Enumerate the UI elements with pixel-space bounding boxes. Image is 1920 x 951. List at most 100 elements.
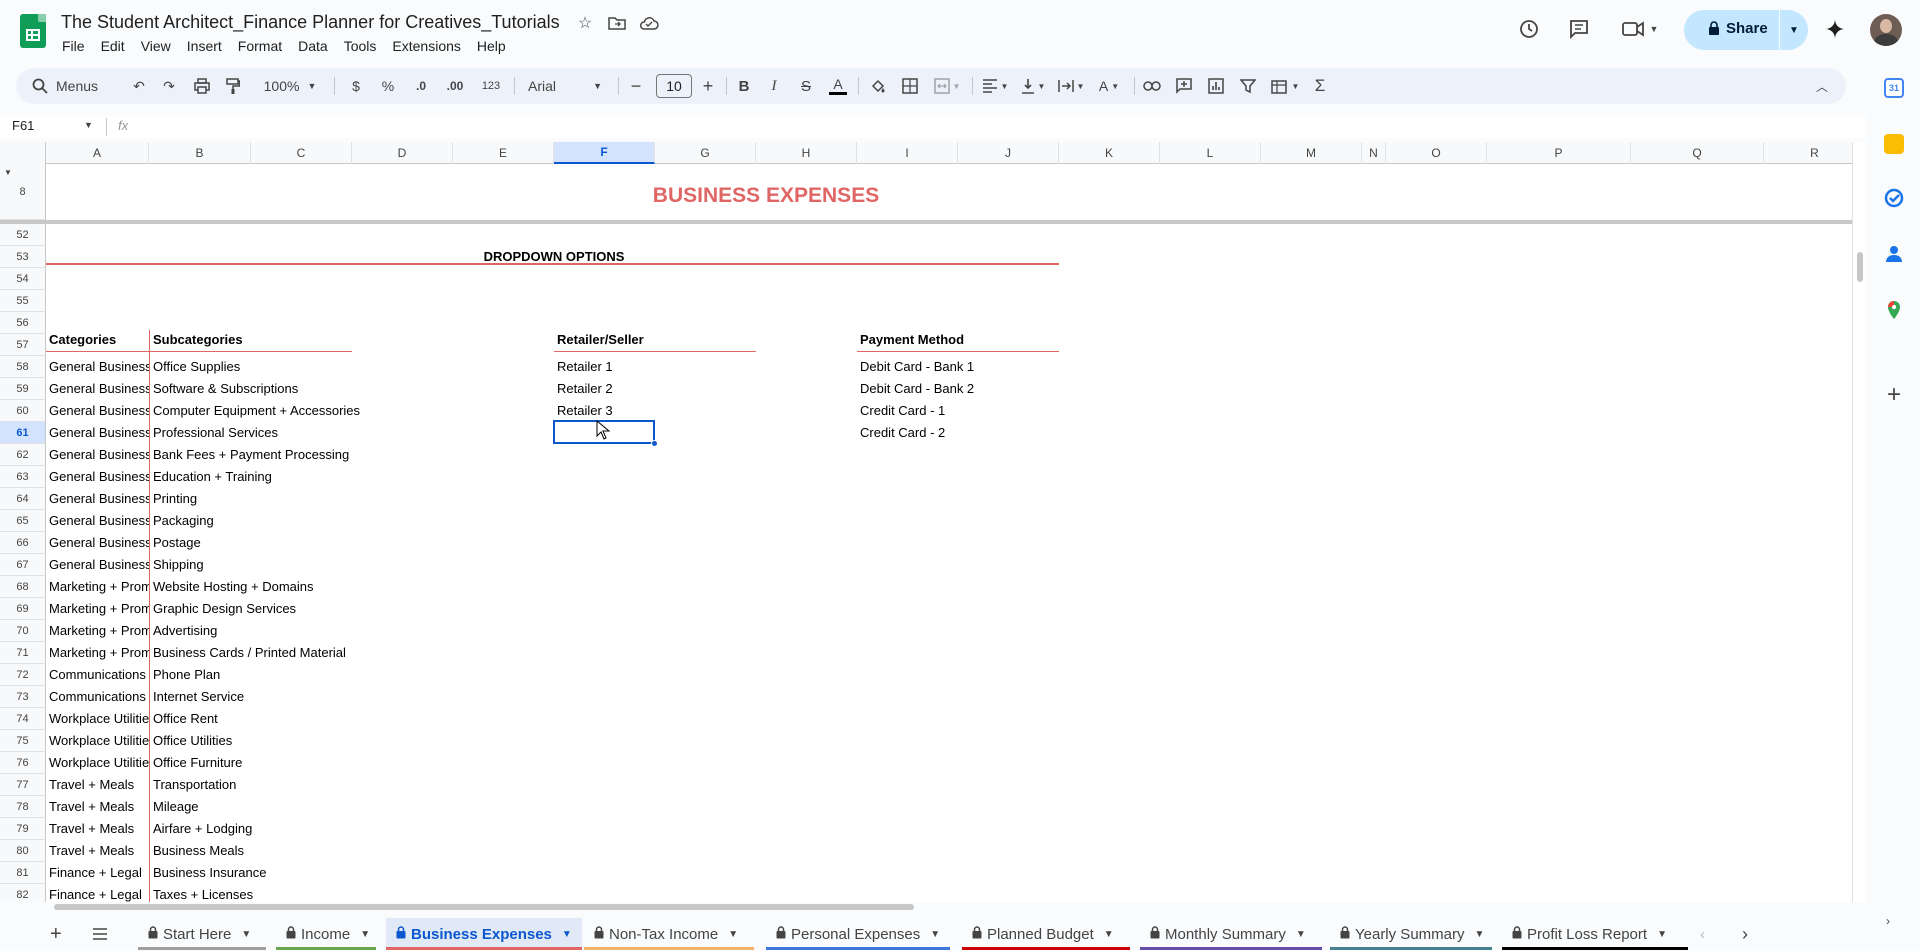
font-size-input[interactable]: 10 bbox=[656, 74, 692, 98]
menu-extensions[interactable]: Extensions bbox=[384, 36, 468, 56]
category-cell[interactable]: Finance + Legal bbox=[46, 862, 149, 884]
borders-icon[interactable] bbox=[898, 68, 922, 104]
column-header-g[interactable]: G bbox=[655, 142, 756, 164]
menu-data[interactable]: Data bbox=[290, 36, 336, 56]
column-header-k[interactable]: K bbox=[1059, 142, 1160, 164]
category-cell[interactable]: General Business bbox=[46, 444, 149, 466]
vertical-align-icon[interactable]: ▼ bbox=[1016, 68, 1050, 104]
increase-decimal-button[interactable]: .00 bbox=[440, 68, 470, 104]
subcategory-cell[interactable]: Business Insurance bbox=[150, 862, 530, 884]
column-header-f[interactable]: F bbox=[554, 142, 655, 164]
horizontal-scrollbar[interactable] bbox=[46, 902, 1852, 912]
column-header-q[interactable]: Q bbox=[1631, 142, 1764, 164]
functions-icon[interactable]: Σ bbox=[1308, 68, 1332, 104]
subcategory-cell[interactable]: Graphic Design Services bbox=[150, 598, 530, 620]
strikethrough-button[interactable]: S bbox=[794, 68, 818, 104]
chevron-down-icon[interactable]: ▼ bbox=[1296, 929, 1306, 940]
menu-file[interactable]: File bbox=[54, 36, 93, 56]
category-cell[interactable]: Marketing + Promotion bbox=[46, 598, 149, 620]
row-header[interactable]: 69 bbox=[0, 598, 46, 620]
row-header[interactable]: 60 bbox=[0, 400, 46, 422]
row-header[interactable]: 74 bbox=[0, 708, 46, 730]
menu-help[interactable]: Help bbox=[469, 36, 514, 56]
star-icon[interactable]: ☆ bbox=[574, 12, 596, 34]
sheet-tab-personal-expenses[interactable]: Personal Expenses ▼ bbox=[766, 918, 950, 950]
redo-icon[interactable]: ↷ bbox=[158, 68, 180, 104]
column-header-n[interactable]: N bbox=[1362, 142, 1386, 164]
row-header[interactable]: 82 bbox=[0, 884, 46, 902]
currency-format-button[interactable]: $ bbox=[346, 68, 366, 104]
spreadsheet-grid[interactable]: A B C D E F G H I J K L M N O P Q R 8 ▼ … bbox=[0, 142, 1866, 902]
chevron-down-icon[interactable]: ▼ bbox=[1474, 929, 1484, 940]
row-header[interactable]: 55 bbox=[0, 290, 46, 312]
filter-views-icon[interactable]: ▼ bbox=[1268, 68, 1302, 104]
column-header-r[interactable]: R bbox=[1764, 142, 1866, 164]
chevron-down-icon[interactable]: ▼ bbox=[241, 929, 251, 940]
category-cell[interactable]: Travel + Meals bbox=[46, 774, 149, 796]
sheet-tab-planned-budget[interactable]: Planned Budget ▼ bbox=[962, 918, 1130, 950]
category-cell[interactable]: Marketing + Promotion bbox=[46, 576, 149, 598]
font-select[interactable]: Arial ▼ bbox=[520, 68, 610, 104]
row-header-active[interactable]: 61 bbox=[0, 422, 46, 444]
chevron-down-icon[interactable]: ▼ bbox=[1104, 929, 1114, 940]
row-header[interactable]: 70 bbox=[0, 620, 46, 642]
subcategory-cell[interactable]: Internet Service bbox=[150, 686, 530, 708]
column-header-a[interactable]: A bbox=[46, 142, 149, 164]
text-wrapping-icon[interactable]: ▼ bbox=[1054, 68, 1088, 104]
menu-tools[interactable]: Tools bbox=[336, 36, 385, 56]
column-header-j[interactable]: J bbox=[958, 142, 1059, 164]
chevron-down-icon[interactable]: ▼ bbox=[360, 929, 370, 940]
move-folder-icon[interactable] bbox=[606, 12, 628, 34]
payment-cell[interactable]: Credit Card - 2 bbox=[857, 422, 1059, 444]
subcategory-cell[interactable]: Office Furniture bbox=[150, 752, 530, 774]
category-cell[interactable]: Communications bbox=[46, 686, 149, 708]
name-box[interactable]: F61 bbox=[12, 118, 34, 133]
subcategory-cell[interactable]: Mileage bbox=[150, 796, 530, 818]
subcategory-cell[interactable]: Office Utilities bbox=[150, 730, 530, 752]
row-header[interactable]: 54 bbox=[0, 268, 46, 290]
maps-icon[interactable] bbox=[1884, 300, 1904, 320]
formula-input[interactable] bbox=[140, 116, 1840, 138]
subcategory-cell[interactable]: Advertising bbox=[150, 620, 530, 642]
text-color-button[interactable]: A bbox=[826, 68, 850, 104]
payment-cell[interactable]: Credit Card - 1 bbox=[857, 400, 1059, 422]
retailer-header[interactable]: Retailer/Seller bbox=[554, 329, 756, 351]
collapse-toolbar-icon[interactable]: ︿ bbox=[1810, 68, 1834, 104]
row-header[interactable]: 62 bbox=[0, 444, 46, 466]
row-header[interactable]: 71 bbox=[0, 642, 46, 664]
paint-format-icon[interactable] bbox=[222, 68, 244, 104]
category-cell[interactable]: Workplace Utilities bbox=[46, 708, 149, 730]
row-header[interactable]: 81 bbox=[0, 862, 46, 884]
category-cell[interactable]: Workplace Utilities bbox=[46, 752, 149, 774]
add-sheet-icon[interactable]: + bbox=[50, 918, 74, 950]
categories-header[interactable]: Categories bbox=[46, 329, 149, 351]
subcategory-cell[interactable]: Education + Training bbox=[150, 466, 530, 488]
category-cell[interactable]: Travel + Meals bbox=[46, 796, 149, 818]
sheet-tab-yearly-summary[interactable]: Yearly Summary ▼ bbox=[1330, 918, 1492, 950]
menu-insert[interactable]: Insert bbox=[179, 36, 230, 56]
retailer-cell[interactable]: Retailer 1 bbox=[554, 356, 655, 378]
row-header[interactable]: 67 bbox=[0, 554, 46, 576]
row-header[interactable]: 52 bbox=[0, 224, 46, 246]
scroll-tabs-right-icon[interactable]: › bbox=[1742, 918, 1762, 950]
horizontal-align-icon[interactable]: ▼ bbox=[978, 68, 1012, 104]
category-cell[interactable]: General Business bbox=[46, 510, 149, 532]
row-header[interactable]: 66 bbox=[0, 532, 46, 554]
category-cell[interactable]: General Business bbox=[46, 422, 149, 444]
category-cell[interactable]: General Business bbox=[46, 488, 149, 510]
collapse-side-panel-icon[interactable]: › bbox=[1886, 914, 1890, 928]
row-header[interactable]: 75 bbox=[0, 730, 46, 752]
row-header[interactable]: 53 bbox=[0, 246, 46, 268]
filter-icon[interactable] bbox=[1236, 68, 1260, 104]
row-header[interactable]: 68 bbox=[0, 576, 46, 598]
chevron-down-icon[interactable]: ▼ bbox=[728, 929, 738, 940]
gemini-icon[interactable] bbox=[1822, 16, 1848, 42]
zoom-select[interactable]: 100% ▼ bbox=[260, 68, 320, 104]
payment-cell[interactable]: Debit Card - Bank 1 bbox=[857, 356, 1059, 378]
category-cell[interactable]: General Business bbox=[46, 378, 149, 400]
frozen-row-divider[interactable] bbox=[0, 220, 1866, 224]
subcategory-cell[interactable]: Website Hosting + Domains bbox=[150, 576, 530, 598]
column-header-m[interactable]: M bbox=[1261, 142, 1362, 164]
italic-button[interactable]: I bbox=[762, 68, 786, 104]
keep-icon[interactable] bbox=[1884, 134, 1904, 154]
